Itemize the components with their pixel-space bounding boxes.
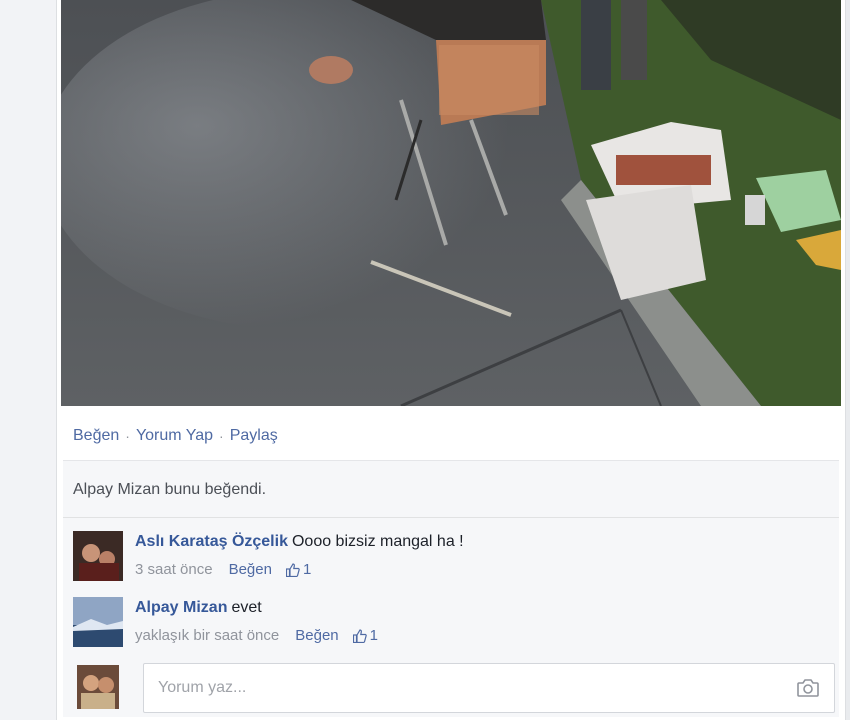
- post-card: Beğen · Yorum Yap · Paylaş Alpay Mizan b…: [56, 0, 846, 720]
- post-action-bar: Beğen · Yorum Yap · Paylaş: [73, 424, 278, 448]
- current-user-avatar[interactable]: [77, 665, 119, 709]
- action-separator: ·: [219, 428, 224, 444]
- comment-input-box: [143, 663, 835, 713]
- comment-timestamp[interactable]: 3 saat önce: [135, 561, 213, 578]
- thumbs-up-icon: [352, 628, 367, 643]
- action-separator: ·: [125, 428, 130, 444]
- comment-like-count[interactable]: 1: [285, 561, 312, 578]
- comment-item: Aslı Karataş Özçelik Oooo bizsiz mangal h…: [73, 531, 833, 593]
- feedback-section: Alpay Mizan bunu beğendi. Aslı Karataş Ö…: [63, 460, 839, 717]
- avatar-image: [73, 531, 123, 581]
- comment-text: Oooo bizsiz mangal ha !: [291, 533, 464, 550]
- likes-summary[interactable]: Alpay Mizan bunu beğendi.: [73, 481, 266, 499]
- comment-author[interactable]: Alpay Mizan: [135, 599, 227, 616]
- like-count-value: 1: [369, 627, 378, 644]
- avatar-image: [73, 597, 123, 647]
- comment-author[interactable]: Aslı Karataş Özçelik: [135, 533, 288, 550]
- divider: [63, 517, 839, 518]
- comment-like-link[interactable]: Beğen: [229, 561, 272, 578]
- comment-composer: [73, 661, 835, 715]
- avatar[interactable]: [73, 597, 123, 647]
- page-background-strip: [0, 0, 56, 720]
- avatar[interactable]: [73, 531, 123, 581]
- comment-timestamp[interactable]: yaklaşık bir saat önce: [135, 627, 279, 644]
- comment-like-count[interactable]: 1: [352, 627, 378, 644]
- thumbs-up-icon: [285, 562, 300, 577]
- comment-post-link[interactable]: Yorum Yap: [136, 427, 213, 445]
- comment-item: Alpay Mizan evet yaklaşık bir saat önce B…: [73, 597, 833, 659]
- like-post-link[interactable]: Beğen: [73, 427, 119, 445]
- comment-text: evet: [231, 599, 262, 616]
- share-post-link[interactable]: Paylaş: [230, 427, 278, 445]
- barbecue-photo: [61, 0, 841, 406]
- comment-like-link[interactable]: Beğen: [295, 627, 338, 644]
- camera-icon[interactable]: [796, 677, 820, 699]
- avatar-image: [77, 665, 119, 709]
- like-count-value: 1: [302, 561, 312, 578]
- comment-input[interactable]: [156, 672, 780, 704]
- post-photo[interactable]: [61, 0, 841, 406]
